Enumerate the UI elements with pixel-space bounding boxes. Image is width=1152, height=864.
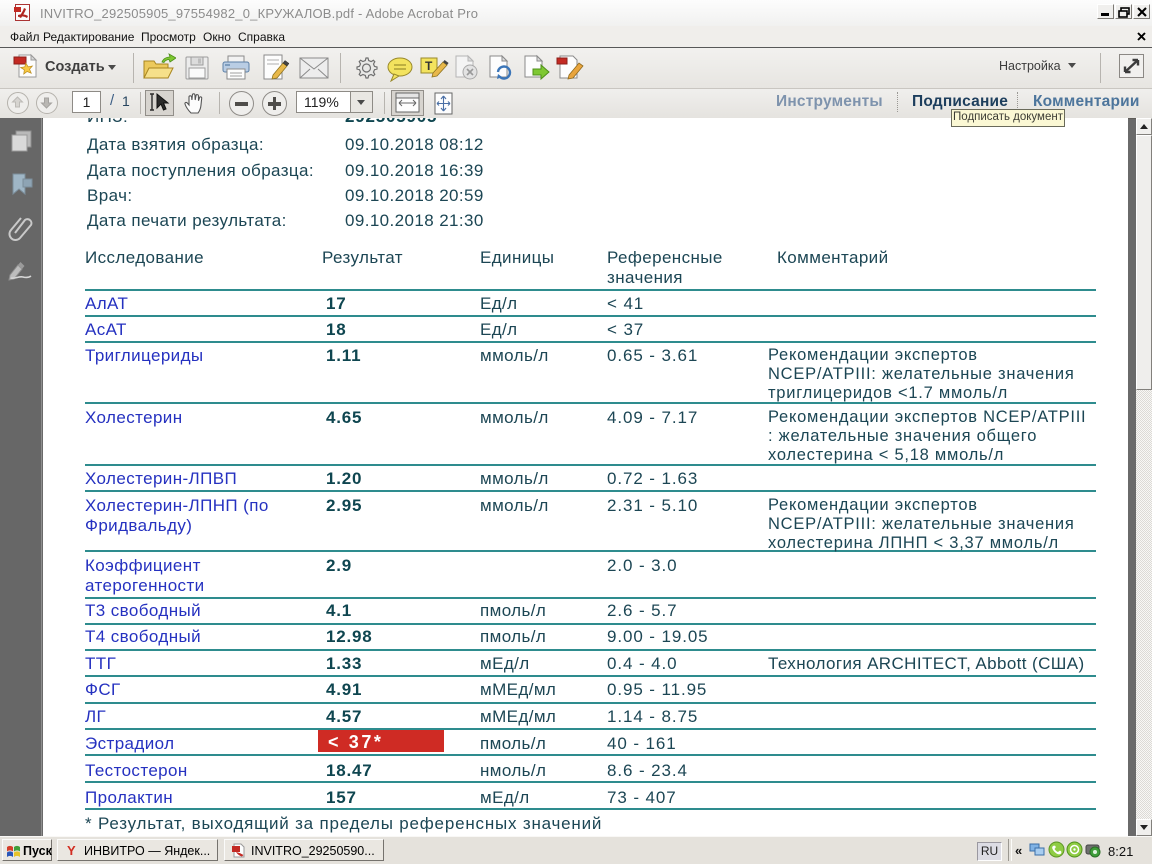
svg-text:T: T (425, 59, 433, 73)
